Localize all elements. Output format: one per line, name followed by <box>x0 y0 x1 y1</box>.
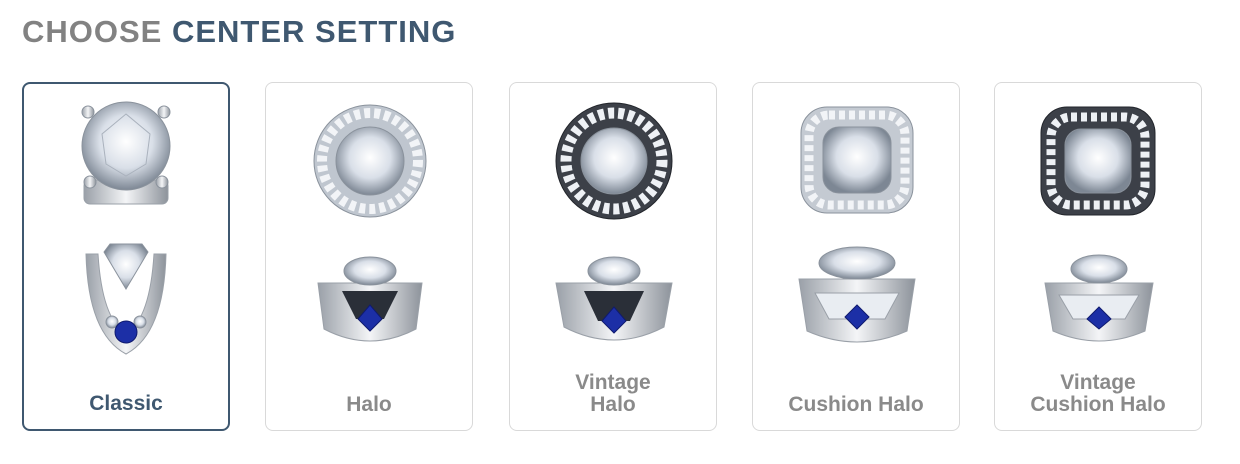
option-label: Vintage Halo <box>575 371 651 416</box>
vintage-cushion-halo-setting-image <box>1040 106 1156 342</box>
classic-setting-image <box>81 101 171 355</box>
halo-setting-image <box>313 104 427 342</box>
option-label: Halo <box>346 393 392 416</box>
setting-option-vintage-cushion-halo[interactable]: Vintage Cushion Halo <box>994 82 1202 431</box>
title-main: CENTER SETTING <box>171 14 457 49</box>
option-label: Classic <box>89 392 163 415</box>
setting-option-vintage-halo[interactable]: Vintage Halo <box>509 82 717 431</box>
setting-option-cushion-halo[interactable]: Cushion Halo <box>752 82 960 431</box>
vintage-halo-setting-image <box>555 102 673 341</box>
option-label: Vintage Cushion Halo <box>1030 371 1166 416</box>
setting-options: Classic Halo Vintage Halo Cushion Halo V… <box>22 82 1212 434</box>
cushion-halo-setting-image <box>798 106 916 343</box>
section-title: CHOOSE CENTER SETTING <box>22 14 456 50</box>
title-prefix: CHOOSE <box>22 14 163 49</box>
option-label: Cushion Halo <box>788 393 924 416</box>
setting-option-halo[interactable]: Halo <box>265 82 473 431</box>
setting-option-classic[interactable]: Classic <box>22 82 230 431</box>
